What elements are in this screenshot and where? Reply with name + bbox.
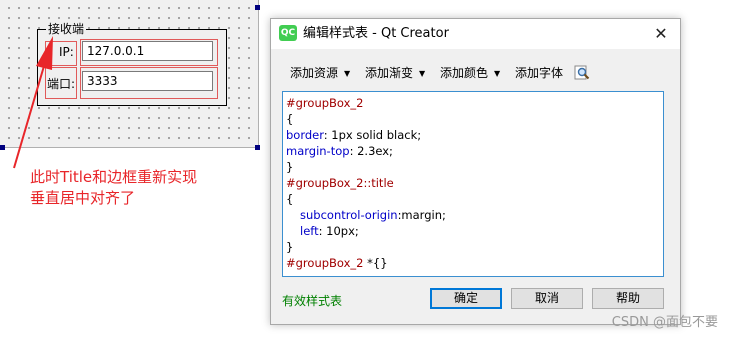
add-color-label: 添加颜色	[440, 66, 489, 80]
code-property: subcontrol-origin	[300, 208, 398, 222]
code-value: :margin;	[397, 208, 446, 222]
add-color-button[interactable]: 添加颜色 ▼	[440, 63, 500, 84]
help-button[interactable]: 帮助	[592, 288, 664, 309]
find-icon[interactable]	[573, 64, 591, 82]
code-line: subcontrol-origin:margin;	[286, 207, 663, 223]
valid-stylesheet-status: 有效样式表	[282, 294, 343, 308]
dropdown-arrow-icon: ▼	[344, 69, 351, 78]
code-line: #groupBox_2	[286, 96, 364, 110]
annotation-text: 此时Title和边框重新实现 垂直居中对齐了	[30, 168, 198, 207]
add-gradient-button[interactable]: 添加渐变 ▼	[365, 63, 425, 84]
dialog-title: 编辑样式表 - Qt Creator	[303, 26, 449, 41]
code-value: : 2.3ex;	[349, 144, 393, 158]
csdn-watermark: CSDN @面包不要	[611, 315, 718, 330]
code-property: margin-top	[286, 144, 350, 158]
add-resource-button[interactable]: 添加资源 ▼	[290, 63, 350, 84]
ok-button[interactable]: 确定	[430, 288, 502, 309]
code-property: border	[286, 128, 324, 142]
code-value: : 10px;	[318, 224, 359, 238]
code-line: #groupBox_2::title	[286, 176, 394, 190]
add-font-label: 添加字体	[515, 66, 564, 80]
code-line: #groupBox_2 *{}	[286, 255, 663, 271]
code-line: left: 10px;	[286, 223, 663, 239]
code-property: left	[300, 224, 319, 238]
code-line: {	[286, 112, 294, 126]
stylesheet-editor[interactable]: #groupBox_2 { border: 1px solid black; m…	[282, 91, 664, 277]
code-selector: #groupBox_2	[286, 256, 364, 270]
dropdown-arrow-icon: ▼	[494, 69, 501, 78]
add-font-button[interactable]: 添加字体	[515, 63, 563, 83]
code-line: border: 1px solid black;	[286, 127, 663, 143]
code-rule: *{}	[363, 256, 388, 270]
add-gradient-label: 添加渐变	[365, 66, 414, 80]
cancel-button[interactable]: 取消	[511, 288, 583, 309]
qt-logo-icon: QC	[279, 25, 297, 41]
code-line: margin-top: 2.3ex;	[286, 143, 663, 159]
close-icon[interactable]: ✕	[650, 23, 672, 45]
code-line: {	[286, 192, 294, 206]
dropdown-arrow-icon: ▼	[419, 69, 426, 78]
code-line: }	[286, 160, 294, 174]
code-value: : 1px solid black;	[323, 128, 422, 142]
code-line: }	[286, 240, 294, 254]
dialog-titlebar[interactable]: QC 编辑样式表 - Qt Creator ✕	[271, 19, 680, 49]
add-resource-label: 添加资源	[290, 66, 339, 80]
stylesheet-dialog[interactable]: QC 编辑样式表 - Qt Creator ✕ 添加资源 ▼ 添加渐变 ▼ 添加颜色…	[270, 18, 681, 325]
